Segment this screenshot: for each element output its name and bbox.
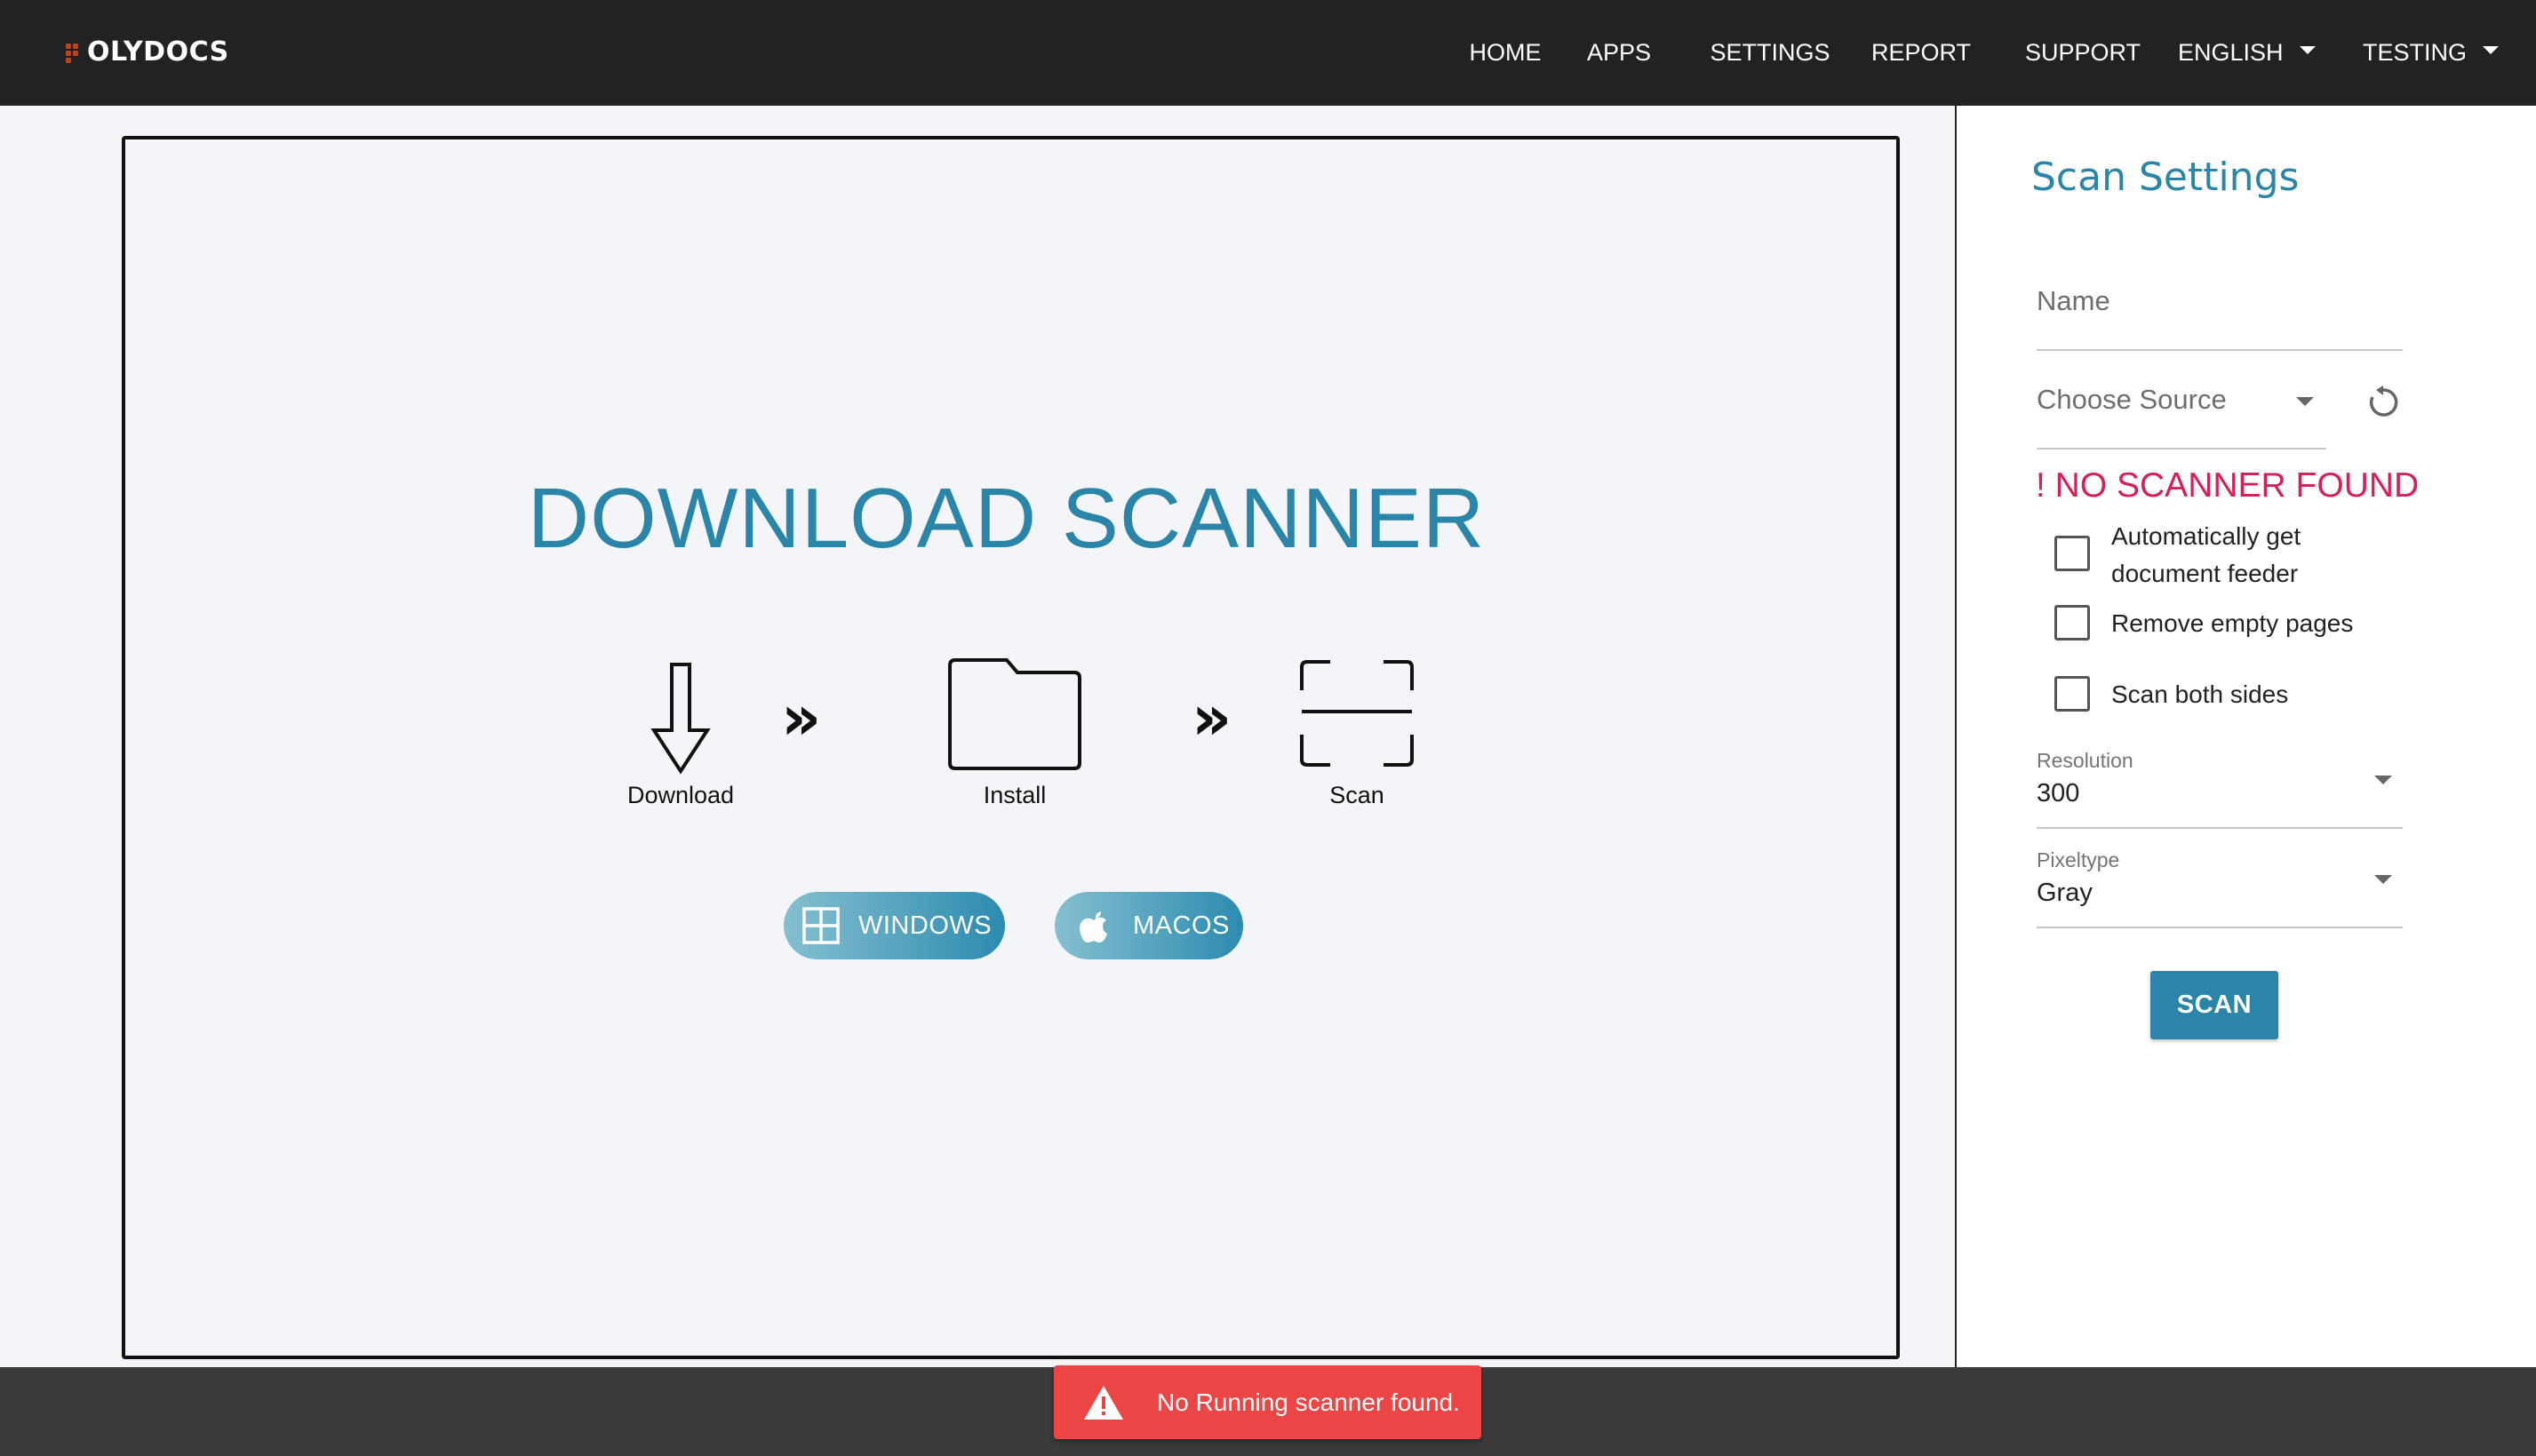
chevron-down-icon — [2483, 46, 2500, 54]
nav-home[interactable]: HOME — [1456, 27, 1554, 80]
source-placeholder: Choose Source — [2037, 384, 2227, 415]
step-install: Install — [941, 655, 1089, 808]
name-placeholder: Name — [2037, 285, 2110, 316]
pixeltype-value: Gray — [2037, 879, 2093, 907]
remove-empty-pages-label: Remove empty pages — [2111, 609, 2354, 637]
download-arrow-icon — [650, 663, 711, 775]
windows-button-label: WINDOWS — [858, 911, 993, 940]
top-navbar: OLYDOCS HOME APPS SETTINGS REPORT SUPPOR… — [0, 0, 2536, 106]
name-field-underline — [2037, 349, 2403, 351]
windows-icon — [802, 907, 840, 944]
macos-button-label: MACOS — [1133, 911, 1230, 940]
scan-frame-icon — [1300, 660, 1414, 767]
macos-download-button[interactable]: MACOS — [1055, 892, 1243, 959]
scan-button[interactable]: SCAN — [2150, 971, 2278, 1039]
scan-both-sides-label: Scan both sides — [2111, 680, 2289, 708]
source-field-underline — [2037, 448, 2326, 450]
scanner-download-panel: DOWNLOAD SCANNER Download » Install » Sc… — [122, 136, 1900, 1359]
logo-text: OLYDOCS — [87, 36, 229, 68]
user-label: TESTING — [2363, 39, 2468, 66]
nav-support[interactable]: SUPPORT — [2021, 27, 2145, 80]
step-download-label: Download — [626, 782, 735, 808]
chevron-down-icon — [2374, 776, 2392, 784]
language-label: ENGLISH — [2178, 39, 2284, 66]
remove-empty-pages-checkbox-row[interactable]: Remove empty pages — [2054, 605, 2396, 642]
resolution-value: 300 — [2037, 779, 2080, 808]
warning-icon — [1084, 1385, 1123, 1420]
scan-settings-panel: Scan Settings Name Choose Source ! NO SC… — [1957, 106, 2536, 1367]
chevron-down-icon — [2374, 875, 2392, 884]
error-toast: No Running scanner found. — [1054, 1365, 1481, 1439]
step-scan: Scan — [1295, 655, 1419, 808]
windows-download-button[interactable]: WINDOWS — [784, 892, 1005, 959]
scan-both-sides-checkbox[interactable] — [2054, 676, 2090, 712]
step-install-label: Install — [983, 782, 1047, 808]
apple-icon — [1080, 911, 1107, 943]
auto-feeder-checkbox[interactable] — [2054, 536, 2090, 571]
toast-message: No Running scanner found. — [1157, 1388, 1460, 1416]
step-scan-label: Scan — [1329, 782, 1384, 808]
auto-feeder-checkbox-row[interactable]: Automatically get document feeder — [2054, 518, 2360, 593]
resolution-label: Resolution — [2037, 749, 2133, 772]
logo-mark-icon — [64, 41, 85, 63]
nav-report[interactable]: REPORT — [1868, 27, 1974, 80]
folder-icon — [948, 658, 1081, 770]
user-dropdown[interactable]: TESTING — [2363, 27, 2514, 80]
nav-apps[interactable]: APPS — [1579, 27, 1659, 80]
scan-settings-title: Scan Settings — [2031, 155, 2300, 200]
step-download: Download — [610, 659, 752, 808]
scan-both-sides-checkbox-row[interactable]: Scan both sides — [2054, 676, 2360, 713]
chevron-down-icon — [2299, 46, 2316, 54]
remove-empty-pages-checkbox[interactable] — [2054, 605, 2090, 640]
nav-settings[interactable]: SETTINGS — [1703, 27, 1837, 80]
pixeltype-label: Pixeltype — [2037, 848, 2120, 871]
language-dropdown[interactable]: ENGLISH — [2178, 27, 2338, 80]
download-scanner-title: DOWNLOAD SCANNER — [527, 471, 1486, 566]
chevron-down-icon — [2296, 397, 2314, 406]
refresh-icon[interactable] — [2365, 385, 2401, 420]
pixeltype-underline — [2037, 927, 2403, 928]
auto-feeder-label: Automatically get document feeder — [2111, 522, 2301, 587]
resolution-underline — [2037, 827, 2403, 829]
logo[interactable]: OLYDOCS — [64, 34, 229, 69]
double-chevron-right-icon: » — [781, 681, 822, 754]
double-chevron-right-icon: » — [1192, 681, 1232, 754]
no-scanner-error: ! NO SCANNER FOUND — [2036, 466, 2420, 505]
